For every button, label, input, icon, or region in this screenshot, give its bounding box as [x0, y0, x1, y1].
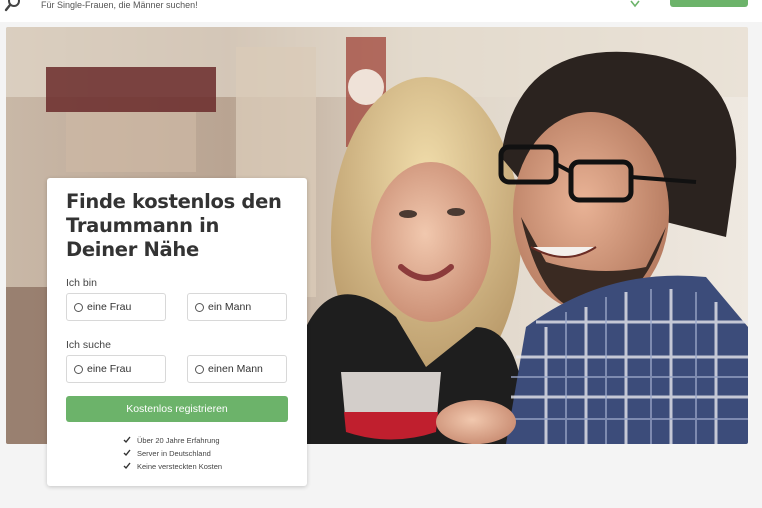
- radio-icon[interactable]: [74, 303, 83, 312]
- header-tagline: Für Single-Frauen, die Männer suchen!: [41, 0, 198, 10]
- register-button[interactable]: Kostenlos registrieren: [66, 396, 288, 422]
- checkmark-icon: [123, 436, 131, 444]
- benefit-label: Über 20 Jahre Erfahrung: [137, 436, 220, 445]
- looking-for-woman-option[interactable]: eine Frau: [66, 355, 166, 383]
- looking-for-man-option[interactable]: einen Mann: [187, 355, 287, 383]
- i-am-label: Ich bin: [66, 277, 97, 289]
- benefit-label: Keine versteckten Kosten: [137, 462, 223, 471]
- benefit-label: Server in Deutschland: [137, 449, 211, 458]
- registration-card: Finde kostenlos den Traummann in Deiner …: [47, 178, 307, 486]
- option-label: ein Mann: [208, 301, 252, 313]
- radio-icon[interactable]: [74, 365, 83, 374]
- radio-icon[interactable]: [195, 365, 204, 374]
- logo-icon[interactable]: [4, 0, 22, 12]
- registration-title: Finde kostenlos den Traummann in Deiner …: [66, 190, 282, 261]
- option-label: einen Mann: [208, 363, 263, 375]
- checkmark-icon: [123, 449, 131, 457]
- checkmark-icon: [123, 462, 131, 470]
- looking-for-label: Ich suche: [66, 339, 111, 351]
- radio-icon[interactable]: [195, 303, 204, 312]
- option-label: eine Frau: [87, 301, 132, 313]
- i-am-woman-option[interactable]: eine Frau: [66, 293, 166, 321]
- header-login-button[interactable]: [670, 0, 748, 7]
- phone-icon: [630, 0, 640, 8]
- option-label: eine Frau: [87, 363, 132, 375]
- i-am-man-option[interactable]: ein Mann: [187, 293, 287, 321]
- top-header: Für Single-Frauen, die Männer suchen!: [0, 0, 762, 22]
